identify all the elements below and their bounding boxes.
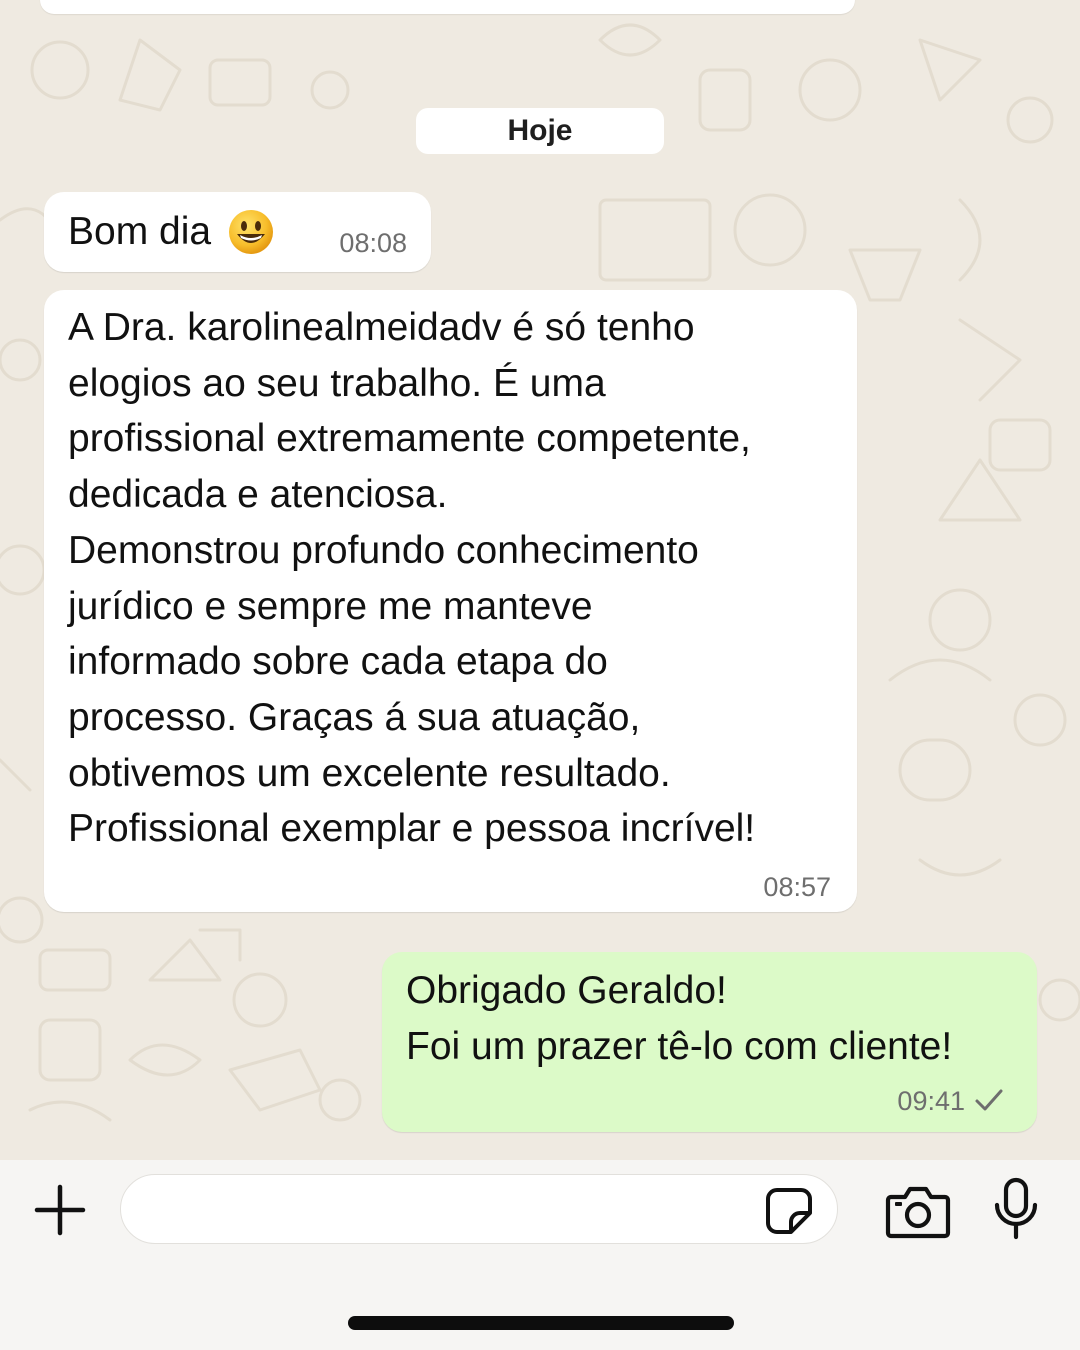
camera-icon[interactable]: [885, 1183, 951, 1239]
plus-icon: [34, 1184, 86, 1236]
date-separator: Hoje: [416, 108, 664, 154]
message-timestamp: 08:08: [339, 228, 407, 258]
microphone-icon[interactable]: [992, 1177, 1040, 1241]
home-indicator: [348, 1316, 734, 1330]
chat-area[interactable]: Hoje Bom dia 08:08 A Dra. karolinealmeid…: [0, 0, 1080, 1160]
message-text: A Dra. karolinealmeidadv é só tenho elog…: [68, 306, 756, 851]
message-bubble-incoming[interactable]: A Dra. karolinealmeidadv é só tenho elog…: [44, 290, 857, 912]
message-text: Obrigado Geraldo! Foi um prazer tê-lo co…: [406, 969, 953, 1068]
message-timestamp: 09:41: [897, 1086, 965, 1116]
message-input[interactable]: [120, 1174, 838, 1244]
attach-button[interactable]: [30, 1180, 90, 1240]
message-text: Bom dia: [68, 210, 212, 253]
message-bubble-outgoing[interactable]: Obrigado Geraldo! Foi um prazer tê-lo co…: [382, 952, 1037, 1132]
message-bubble-incoming[interactable]: Bom dia 08:08: [44, 192, 431, 272]
single-check-icon: [975, 1089, 1003, 1111]
message-timestamp: 08:57: [763, 872, 831, 902]
previous-message-bubble: [40, 0, 855, 14]
sticker-icon[interactable]: [764, 1186, 814, 1236]
smiling-face-emoji: [229, 209, 274, 254]
